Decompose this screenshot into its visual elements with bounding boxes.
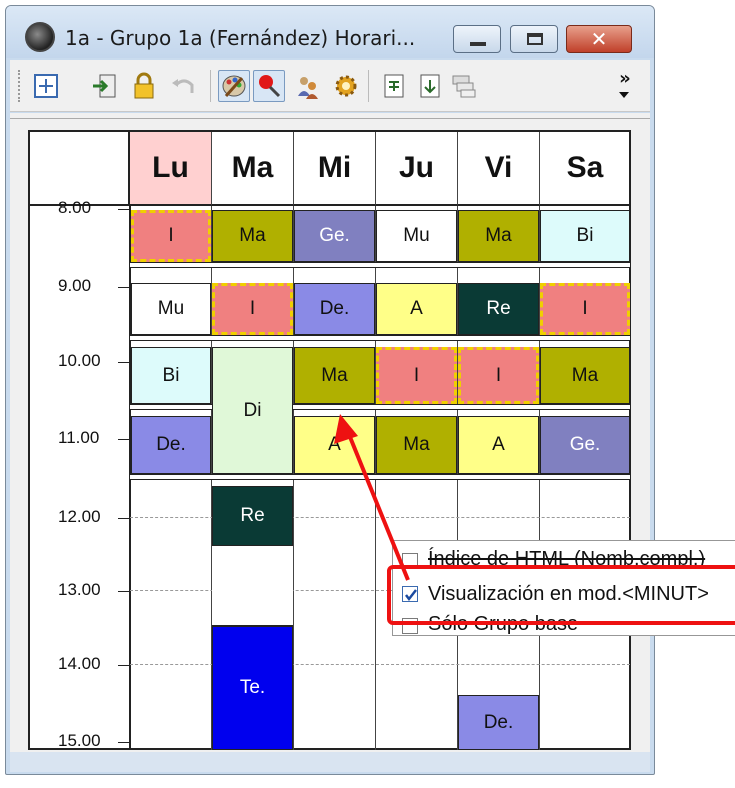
- lesson-block[interactable]: Ma: [458, 210, 539, 262]
- window-title: 1a - Grupo 1a (Fernández) Horari...: [65, 26, 416, 50]
- lock-icon[interactable]: [128, 70, 160, 102]
- lesson-block[interactable]: Ge.: [294, 210, 375, 262]
- day-header-mi[interactable]: Mi: [294, 132, 376, 206]
- maximize-button[interactable]: [510, 25, 558, 53]
- lesson-block[interactable]: De.: [131, 416, 211, 474]
- close-icon: ✕: [590, 27, 608, 51]
- toolbar-separator: [210, 70, 212, 102]
- highlight-box: [387, 565, 735, 625]
- break-row: [130, 262, 630, 268]
- day-header-ju[interactable]: Ju: [376, 132, 458, 206]
- time-tick: [118, 665, 130, 666]
- lesson-block[interactable]: Re: [212, 486, 293, 546]
- minimize-icon: [470, 42, 486, 46]
- lesson-block[interactable]: A: [458, 416, 539, 474]
- time-label: 14.00: [58, 654, 101, 673]
- minimize-button[interactable]: [453, 25, 501, 53]
- time-tick: [118, 518, 130, 519]
- lesson-block[interactable]: Di: [212, 347, 293, 474]
- day-header-lu[interactable]: Lu: [130, 132, 212, 206]
- undo-icon[interactable]: [168, 70, 200, 102]
- lesson-block[interactable]: Te.: [212, 626, 293, 750]
- lesson-block[interactable]: Mu: [376, 210, 457, 262]
- time-tick: [118, 591, 130, 592]
- time-label: 10.00: [58, 351, 101, 370]
- day-header-sa[interactable]: Sa: [540, 132, 630, 206]
- lesson-block[interactable]: I: [540, 283, 630, 335]
- time-tick: [118, 287, 130, 288]
- print-icon[interactable]: [378, 70, 410, 102]
- lesson-block[interactable]: Ge.: [540, 416, 630, 474]
- time-label: 11.00: [58, 428, 100, 447]
- empty-slot[interactable]: [212, 546, 293, 626]
- splitter[interactable]: [10, 115, 650, 119]
- lesson-block[interactable]: Bi: [131, 347, 211, 404]
- stack-icon[interactable]: [448, 70, 480, 102]
- day-header-vi[interactable]: Vi: [458, 132, 540, 206]
- lesson-block[interactable]: Re: [458, 283, 539, 335]
- lesson-block[interactable]: I: [131, 210, 211, 262]
- toolbar-separator: [368, 70, 370, 102]
- time-label: 13.00: [58, 580, 101, 599]
- hour-gridline: [130, 664, 630, 665]
- time-label: 12.00: [58, 507, 101, 526]
- lesson-block[interactable]: I: [212, 283, 293, 335]
- chevron-down-icon[interactable]: [619, 92, 629, 98]
- break-row: [130, 335, 630, 341]
- window-bottom-border: [10, 752, 650, 772]
- corner-cell: [30, 132, 130, 206]
- palette-icon[interactable]: [218, 70, 250, 102]
- time-label: 9.00: [58, 276, 92, 295]
- lesson-block[interactable]: Ma: [540, 347, 630, 404]
- lesson-block[interactable]: Ma: [294, 347, 375, 404]
- export-icon[interactable]: [88, 70, 120, 102]
- time-label: 8.00: [58, 198, 92, 217]
- toolbar-grip[interactable]: [18, 70, 22, 102]
- day-header-ma[interactable]: Ma: [212, 132, 294, 206]
- close-button[interactable]: ✕: [566, 25, 632, 53]
- lesson-block[interactable]: Mu: [131, 283, 211, 335]
- people-icon[interactable]: [292, 70, 324, 102]
- lesson-block[interactable]: I: [458, 347, 539, 404]
- lesson-block[interactable]: De.: [294, 283, 375, 335]
- app-icon: [25, 22, 55, 52]
- lesson-block[interactable]: De.: [458, 695, 539, 750]
- time-tick: [118, 362, 130, 363]
- lesson-block[interactable]: Bi: [540, 210, 630, 262]
- time-tick: [118, 209, 130, 210]
- gear-icon[interactable]: [330, 70, 362, 102]
- pin-icon[interactable]: [253, 70, 285, 102]
- grid-settings-icon[interactable]: [30, 70, 62, 102]
- lesson-block[interactable]: Ma: [212, 210, 293, 262]
- lesson-block[interactable]: A: [376, 283, 457, 335]
- annotation-arrow: [334, 414, 410, 581]
- time-tick: [118, 439, 130, 440]
- lesson-block[interactable]: I: [376, 347, 457, 404]
- time-label: 15.00: [58, 731, 101, 750]
- maximize-icon: [527, 33, 543, 45]
- export-page-icon[interactable]: [414, 70, 446, 102]
- time-tick: [118, 742, 130, 743]
